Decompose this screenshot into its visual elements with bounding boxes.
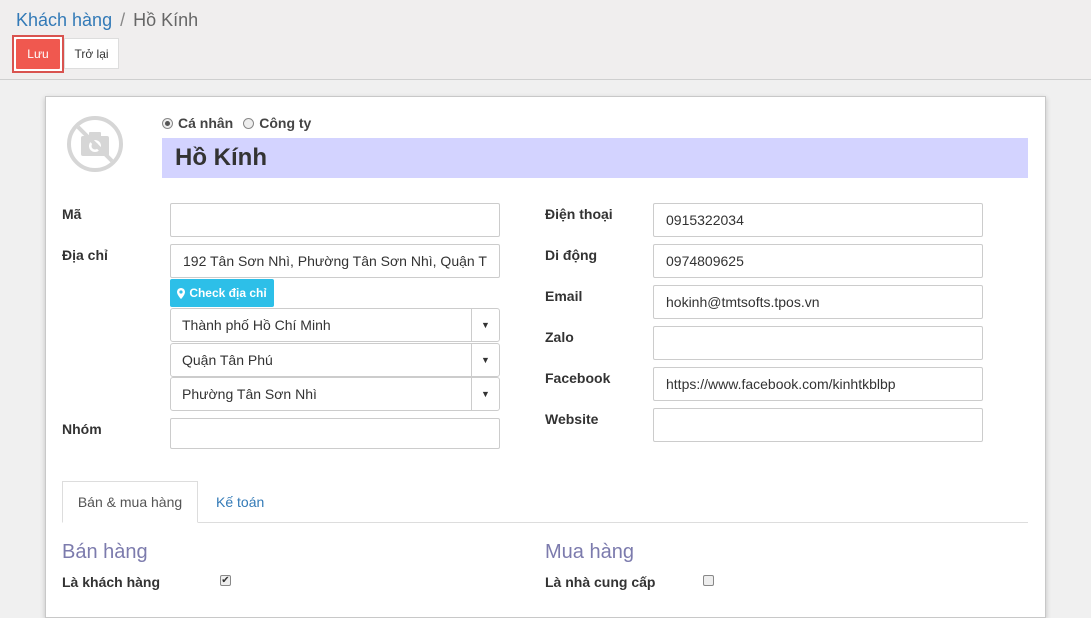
radio-individual-label: Cá nhân [178, 115, 234, 131]
back-button[interactable]: Trở lại [64, 38, 119, 69]
camera-placeholder-icon[interactable] [64, 113, 126, 175]
caret-down-icon: ▼ [471, 309, 499, 341]
code-input[interactable] [170, 203, 500, 237]
control-panel: Khách hàng / Hồ Kính Lưu Trở lại [0, 0, 1091, 80]
address-label: Địa chỉ [62, 247, 108, 263]
save-button-label: Lưu [16, 39, 60, 69]
city-select[interactable]: Thành phố Hồ Chí Minh ▼ [170, 308, 500, 342]
save-button[interactable]: Lưu [12, 35, 64, 73]
breadcrumb: Khách hàng / Hồ Kính [16, 10, 198, 31]
district-select-value: Quận Tân Phú [182, 352, 273, 368]
address-input[interactable]: 192 Tân Sơn Nhì, Phường Tân Sơn Nhì, Quậ… [170, 244, 500, 278]
tab-accounting[interactable]: Kế toán [216, 494, 264, 510]
facebook-input[interactable]: https://www.facebook.com/kinhtkblbp [653, 367, 983, 401]
sales-section-title: Bán hàng [62, 541, 148, 563]
radio-company-label: Công ty [259, 115, 312, 131]
code-label: Mã [62, 206, 82, 222]
ward-select-value: Phường Tân Sơn Nhì [182, 386, 317, 402]
district-select[interactable]: Quận Tân Phú ▼ [170, 343, 500, 377]
phone-input[interactable]: 0915322034 [653, 203, 983, 237]
tab-sales-purchase[interactable]: Bán & mua hàng [62, 481, 198, 523]
email-input[interactable]: hokinh@tmtsofts.tpos.vn [653, 285, 983, 319]
caret-down-icon: ▼ [471, 378, 499, 410]
mobile-input[interactable]: 0974809625 [653, 244, 983, 278]
city-select-value: Thành phố Hồ Chí Minh [182, 317, 331, 333]
check-address-label: Check địa chỉ [189, 286, 267, 300]
is-supplier-checkbox[interactable] [703, 575, 714, 586]
facebook-label: Facebook [545, 370, 611, 386]
zalo-input[interactable] [653, 326, 983, 360]
breadcrumb-parent-link[interactable]: Khách hàng [16, 10, 112, 30]
phone-label: Điện thoại [545, 206, 613, 222]
is-customer-checkbox[interactable]: ✔ [220, 575, 231, 586]
map-marker-icon [177, 287, 186, 299]
email-label: Email [545, 288, 583, 304]
caret-down-icon: ▼ [471, 344, 499, 376]
zalo-label: Zalo [545, 329, 574, 345]
company-type-radio-group: Cá nhân Công ty [162, 115, 321, 131]
mobile-label: Di động [545, 247, 598, 263]
tabs-divider [62, 522, 1028, 523]
name-input[interactable]: Hồ Kính [162, 138, 1028, 178]
ward-select[interactable]: Phường Tân Sơn Nhì ▼ [170, 377, 500, 411]
website-input[interactable] [653, 408, 983, 442]
breadcrumb-separator: / [120, 10, 126, 30]
group-input[interactable] [170, 418, 500, 449]
breadcrumb-current: Hồ Kính [133, 10, 199, 30]
is-supplier-label: Là nhà cung cấp [545, 574, 656, 590]
radio-company[interactable] [243, 117, 255, 129]
website-label: Website [545, 411, 599, 427]
group-label: Nhóm [62, 421, 102, 437]
purchase-section-title: Mua hàng [545, 541, 634, 563]
is-customer-label: Là khách hàng [62, 574, 161, 590]
check-address-button[interactable]: Check địa chỉ [170, 279, 274, 307]
radio-individual[interactable] [162, 117, 173, 129]
